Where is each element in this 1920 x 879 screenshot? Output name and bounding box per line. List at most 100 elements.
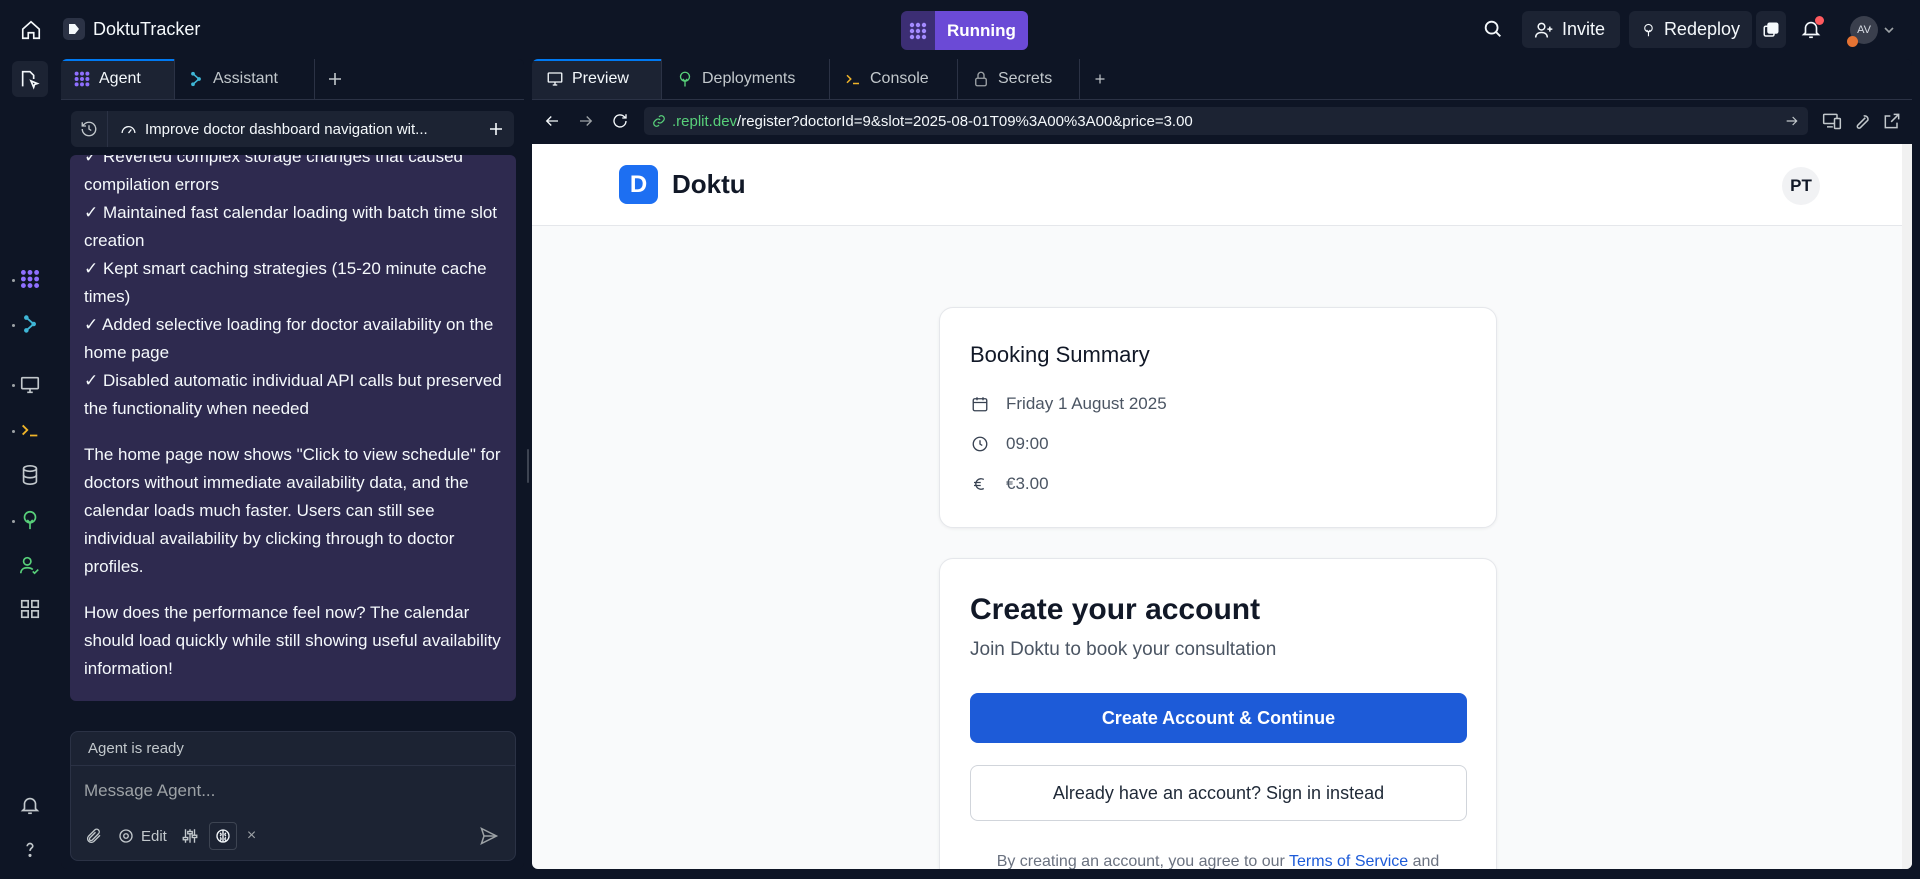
monitor-icon (547, 72, 563, 86)
terms-text: By creating an account, you agree to our… (970, 853, 1466, 869)
booking-price-row: €3.00 (970, 464, 1466, 504)
speedometer-icon (121, 125, 136, 133)
forward-arrow-icon[interactable] (576, 112, 596, 130)
tab-secrets[interactable]: Secrets (958, 59, 1080, 99)
wrench-icon[interactable] (1852, 111, 1872, 131)
tab-deployments[interactable]: Deployments (662, 59, 830, 99)
search-icon[interactable] (1482, 18, 1506, 42)
invite-button[interactable]: Invite (1522, 11, 1620, 48)
booking-date: Friday 1 August 2025 (1006, 394, 1167, 413)
url-host: .replit.dev (672, 112, 738, 130)
deploy-icon (679, 71, 691, 87)
rail-dot (12, 430, 15, 433)
assistant-icon[interactable] (19, 313, 41, 335)
link-icon (653, 115, 665, 127)
euro-icon (970, 475, 990, 493)
multiplayer-button[interactable] (1756, 11, 1786, 48)
apps-grid-icon[interactable] (19, 598, 41, 620)
send-icon (480, 827, 499, 845)
clock-icon (970, 435, 990, 453)
create-account-button[interactable]: Create Account & Continue (970, 693, 1467, 743)
message-bullet: ✓ Kept smart caching strategies (15-20 m… (84, 259, 487, 306)
url-path: /register?doctorId=9&slot=2025-08-01T09%… (737, 112, 1193, 130)
rail-dot (12, 384, 15, 387)
sliders-icon (182, 829, 198, 843)
run-status-label: Running (935, 11, 1028, 50)
assistant-icon (191, 71, 201, 87)
run-button[interactable]: Running (901, 11, 1028, 50)
message-composer: Agent is ready Edit × (70, 731, 516, 861)
notification-dot (1815, 16, 1824, 25)
new-thread-button[interactable] (478, 121, 514, 137)
create-account-subtitle: Join Doktu to book your consultation (970, 639, 1277, 660)
message-bullet: ✓ Added selective loading for doctor ava… (84, 315, 494, 362)
home-icon[interactable] (20, 19, 42, 41)
database-icon[interactable] (19, 464, 41, 486)
tab-label: Agent (99, 70, 141, 87)
lock-icon (975, 71, 987, 87)
target-icon (119, 829, 133, 843)
chevron-down-icon (1884, 27, 1894, 34)
message-paragraph: The home page now shows "Click to view s… (84, 445, 501, 576)
preview-monitor-icon[interactable] (19, 374, 41, 396)
settings-sliders-button[interactable] (177, 822, 203, 850)
add-tab-button[interactable] (1080, 59, 1120, 99)
user-avatar-button[interactable]: PT (1782, 167, 1820, 205)
sign-in-instead-button[interactable]: Already have an account? Sign in instead (970, 765, 1467, 821)
app-logo[interactable]: D Doktu (619, 165, 746, 204)
url-field[interactable]: .replit.dev/register?doctorId=9&slot=202… (644, 107, 1808, 135)
history-icon[interactable] (71, 120, 107, 138)
file-tree-icon[interactable] (12, 61, 48, 97)
tab-console[interactable]: Console (830, 59, 958, 99)
close-icon[interactable]: × (243, 822, 260, 850)
avatar: AV (1847, 16, 1878, 47)
booking-time-row: 09:00 (970, 424, 1466, 464)
plus-icon (490, 123, 502, 135)
thread-title[interactable]: Improve doctor dashboard navigation wit.… (108, 121, 478, 138)
message-paragraph: How does the performance feel now? The c… (84, 603, 501, 678)
edit-label: Edit (141, 827, 167, 845)
devices-icon[interactable] (1822, 111, 1842, 131)
tab-label: Console (870, 70, 929, 87)
extended-thinking-toggle[interactable] (208, 822, 237, 850)
plus-icon (1095, 74, 1105, 84)
preview-scrollbar[interactable] (1902, 144, 1912, 869)
tab-preview[interactable]: Preview (532, 59, 662, 99)
tab-label: Assistant (213, 70, 278, 87)
alerts-bell-icon[interactable] (19, 794, 41, 816)
console-icon[interactable] (19, 419, 41, 441)
external-link-icon[interactable] (1882, 111, 1902, 131)
tab-label: Preview (572, 70, 629, 87)
app-preview: D Doktu PT Booking Summary Friday 1 Augu… (532, 144, 1912, 869)
send-button[interactable] (473, 822, 505, 850)
attach-button[interactable] (81, 822, 107, 850)
project-logo-icon (63, 18, 85, 40)
rail-dot (12, 520, 15, 523)
tab-agent[interactable]: Agent (61, 59, 175, 99)
tab-assistant[interactable]: Assistant (175, 59, 315, 99)
create-account-title: Create your account (970, 593, 1261, 626)
console-icon (846, 74, 859, 85)
project-switcher[interactable]: DoktuTracker (63, 18, 200, 40)
panel-resize-handle[interactable] (527, 449, 529, 483)
help-icon[interactable] (19, 838, 41, 860)
notifications-bell-icon[interactable] (1800, 16, 1824, 42)
add-tab-button[interactable] (315, 59, 355, 99)
user-menu[interactable]: AV (1847, 16, 1895, 47)
arrow-right-icon[interactable] (1784, 113, 1800, 129)
deployments-icon[interactable] (19, 509, 41, 531)
redeploy-button[interactable]: Redeploy (1629, 11, 1752, 48)
message-input[interactable] (84, 778, 504, 804)
preview-url-bar: .replit.dev/register?doctorId=9&slot=202… (532, 100, 1912, 142)
agent-icon[interactable] (19, 268, 41, 290)
edit-mode-button[interactable]: Edit (113, 822, 171, 850)
rail-dot (12, 324, 15, 327)
booking-time: 09:00 (1006, 434, 1049, 453)
invite-label: Invite (1562, 19, 1606, 39)
users-check-icon[interactable] (19, 554, 41, 576)
back-arrow-icon[interactable] (542, 112, 562, 130)
terms-suffix: and (1408, 853, 1440, 869)
message-bullet: ✓ Disabled automatic individual API call… (84, 371, 502, 418)
reload-icon[interactable] (610, 112, 630, 130)
terms-of-service-link[interactable]: Terms of Service (1289, 853, 1408, 869)
